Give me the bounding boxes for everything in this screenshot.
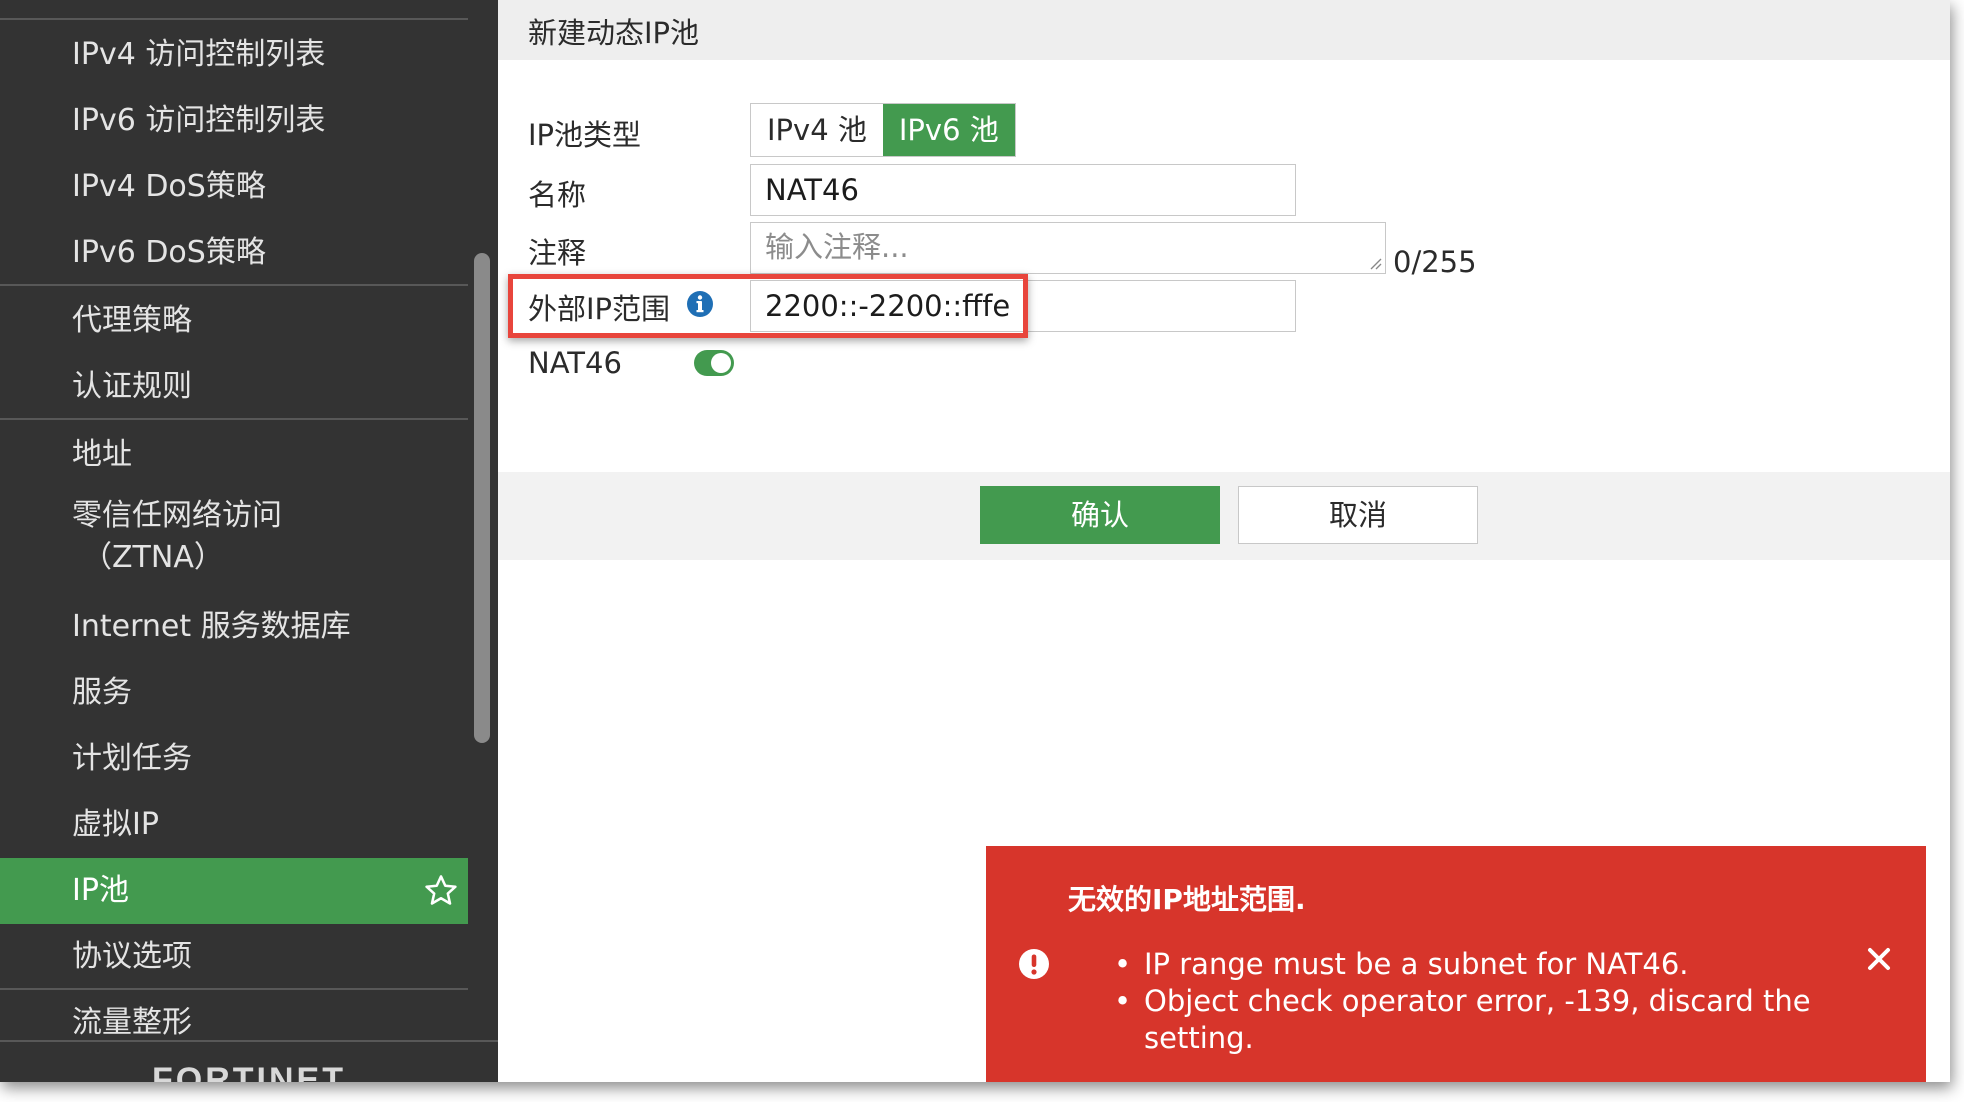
error-message-list: IP range must be a subnet for NAT46. Obj… <box>1114 946 1926 1057</box>
sidebar-item-virtual-ip[interactable]: 虚拟IP <box>0 800 468 850</box>
sidebar-item-label: 代理策略 <box>72 303 192 338</box>
cancel-button[interactable]: 取消 <box>1238 486 1478 544</box>
error-notification: 无效的IP地址范围. IP range must be a subnet for… <box>986 846 1926 1082</box>
nav-divider <box>0 988 468 990</box>
screenshot-frame: IPv4 访问控制列表 IPv6 访问控制列表 IPv4 DoS策略 IPv6 … <box>0 0 1950 1082</box>
pool-type-label: IP池类型 <box>528 118 642 152</box>
comment-placeholder: 输入注释... <box>765 230 909 264</box>
resize-grip-icon[interactable] <box>1368 256 1382 270</box>
sidebar-item-label: 地址 <box>72 437 132 472</box>
nat46-toggle[interactable] <box>694 350 734 376</box>
version-indicator: ••• <box>430 1078 474 1082</box>
toggle-knob <box>711 353 731 373</box>
dialog-footer <box>498 472 1950 560</box>
comment-char-counter: 0/255 <box>1393 245 1477 279</box>
nat46-label: NAT46 <box>528 346 622 380</box>
sidebar-item-sublabel: （ZTNA） <box>82 540 224 575</box>
sidebar-item-label: IPv4 访问控制列表 <box>72 37 326 72</box>
ipv4-pool-option[interactable]: IPv4 池 <box>751 104 883 156</box>
comment-label: 注释 <box>528 236 587 270</box>
ipv6-pool-option[interactable]: IPv6 池 <box>882 104 1015 156</box>
sidebar-item-ipv4-acl[interactable]: IPv4 访问控制列表 <box>0 30 468 80</box>
sidebar-nav: IPv4 访问控制列表 IPv6 访问控制列表 IPv4 DoS策略 IPv6 … <box>0 0 498 1082</box>
exclamation-circle-icon <box>1019 949 1049 979</box>
error-title: 无效的IP地址范围. <box>1068 883 1306 916</box>
pool-type-toggle: IPv4 池 IPv6 池 <box>750 103 1016 157</box>
sidebar-item-internet-service-db[interactable]: Internet 服务数据库 <box>0 602 468 652</box>
sidebar-item-label: IPv4 DoS策略 <box>72 169 266 204</box>
brand-footer: FORTINET ••• <box>0 1040 498 1082</box>
close-icon[interactable] <box>1866 946 1892 972</box>
sidebar-item-label: 服务 <box>72 675 132 710</box>
annotation-highlight <box>508 274 1028 338</box>
sidebar-item-ipv4-dos[interactable]: IPv4 DoS策略 <box>0 162 468 212</box>
confirm-button[interactable]: 确认 <box>980 486 1220 544</box>
sidebar-item-ztna[interactable]: 零信任网络访问 （ZTNA） <box>0 496 468 586</box>
sidebar-item-ipv6-acl[interactable]: IPv6 访问控制列表 <box>0 96 468 146</box>
comment-textarea[interactable]: 输入注释... <box>750 222 1386 274</box>
sidebar-item-label: Internet 服务数据库 <box>72 609 351 644</box>
nav-divider <box>0 418 468 420</box>
error-message: Object check operator error, -139, disca… <box>1114 983 1926 1057</box>
sidebar-item-protocol-options[interactable]: 协议选项 <box>0 932 468 982</box>
sidebar-item-label: IPv6 访问控制列表 <box>72 103 326 138</box>
sidebar-item-label: 虚拟IP <box>72 807 159 842</box>
sidebar-item-services[interactable]: 服务 <box>0 668 468 718</box>
sidebar-item-auth-rules[interactable]: 认证规则 <box>0 362 468 412</box>
star-outline-icon[interactable] <box>422 872 460 910</box>
sidebar-scrollbar-thumb[interactable] <box>474 253 490 743</box>
sidebar-item-addresses[interactable]: 地址 <box>0 430 468 480</box>
name-input[interactable]: NAT46 <box>750 164 1296 216</box>
sidebar-item-label: 流量整形 <box>72 1005 192 1040</box>
sidebar-item-label: 计划任务 <box>72 741 192 776</box>
sidebar-item-schedules[interactable]: 计划任务 <box>0 734 468 784</box>
sidebar-item-label: IPv6 DoS策略 <box>72 235 266 270</box>
fortinet-logo: FORTINET <box>152 1061 346 1082</box>
sidebar-item-label: 协议选项 <box>72 939 192 974</box>
nav-divider <box>0 18 468 20</box>
name-label: 名称 <box>528 178 587 212</box>
sidebar-item-label: 零信任网络访问 <box>72 498 282 533</box>
sidebar-item-label: IP池 <box>72 873 129 908</box>
sidebar-item-label: 认证规则 <box>72 369 192 404</box>
sidebar-item-ip-pools[interactable]: IP池 <box>0 858 468 924</box>
dialog-header: 新建动态IP池 <box>498 0 1950 60</box>
sidebar-item-proxy-policy[interactable]: 代理策略 <box>0 296 468 346</box>
nav-divider <box>0 284 468 286</box>
sidebar-item-ipv6-dos[interactable]: IPv6 DoS策略 <box>0 228 468 278</box>
error-message: IP range must be a subnet for NAT46. <box>1114 946 1926 983</box>
dialog-title: 新建动态IP池 <box>528 16 700 50</box>
